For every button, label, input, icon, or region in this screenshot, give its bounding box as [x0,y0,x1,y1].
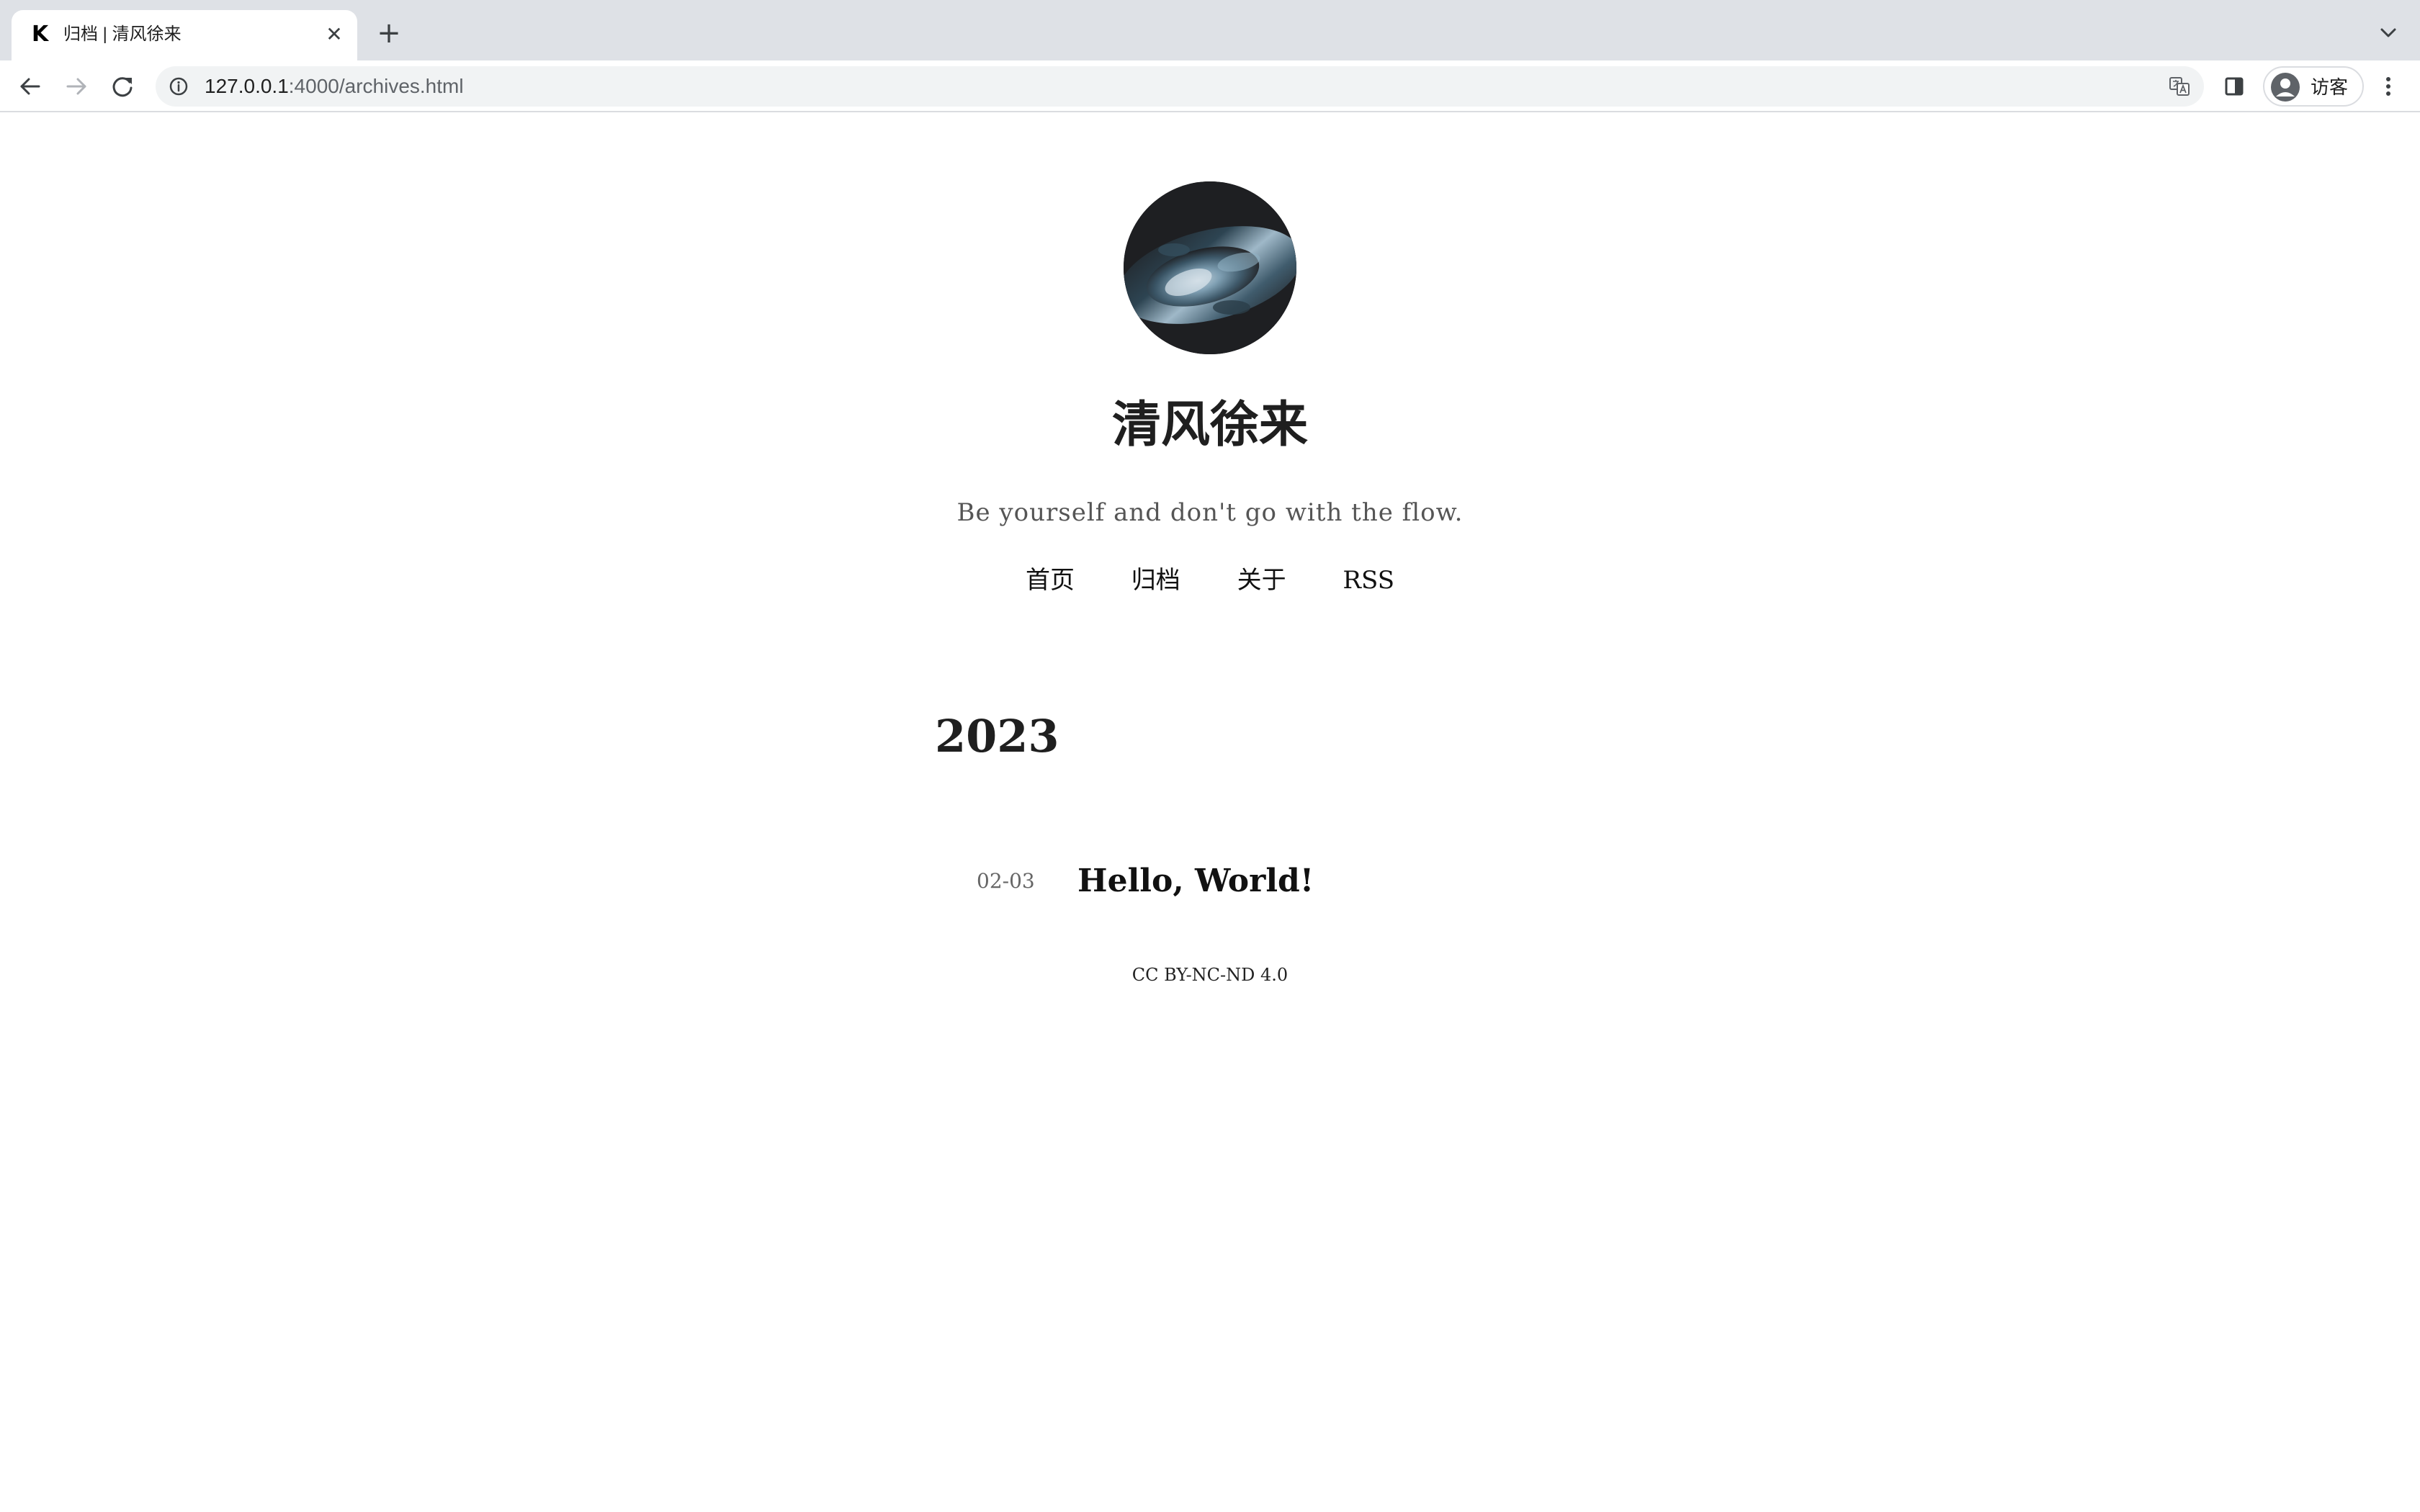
reload-icon[interactable] [108,72,137,101]
profile-icon [2270,72,2300,102]
site-favicon-icon: K [32,22,49,47]
avatar[interactable] [1124,181,1296,354]
browser-tab-archives[interactable]: K 归档 | 清风徐来 ✕ [12,10,357,60]
url-path: :4000/archives.html [288,75,464,97]
info-icon[interactable] [169,76,189,96]
side-panel-icon[interactable] [2223,73,2246,99]
archive-year-heading: 2023 [935,710,1059,762]
browser-toolbar: 127.0.0.1:4000/archives.html 访客 [0,60,2420,112]
site-title[interactable]: 清风徐来 [0,396,2420,454]
nav-link-archives[interactable]: 归档 [1131,563,1180,598]
new-tab-button[interactable]: + [375,19,403,48]
profile-label: 访客 [2311,76,2349,98]
kebab-menu-icon[interactable] [2377,72,2400,101]
tab-title: 归档 | 清风徐来 [63,24,182,44]
nav-link-rss[interactable]: RSS [1343,563,1394,598]
arrow-left-icon[interactable] [16,72,45,101]
post-date: 02-03 [977,869,1035,893]
tab-strip: K 归档 | 清风徐来 ✕ + [0,0,2420,60]
chevron-down-icon[interactable] [2375,20,2401,46]
nav-link-home[interactable]: 首页 [1026,563,1075,598]
site-nav: 首页 归档 关于 RSS [0,563,2420,598]
site-subtitle: Be yourself and don't go with the flow. [956,498,1464,527]
post-title-link[interactable]: Hello, World! [1077,860,1314,903]
url-text: 127.0.0.1:4000/archives.html [205,75,464,98]
page-content: 清风徐来 Be yourself and don't go with the f… [0,114,2420,1512]
profile-button[interactable]: 访客 [2263,66,2364,107]
footer-license[interactable]: CC BY-NC-ND 4.0 [0,962,2420,988]
arrow-right-icon[interactable] [62,72,91,101]
translate-icon[interactable] [2168,75,2191,98]
url-host: 127.0.0.1 [205,75,289,97]
tab-close-icon[interactable]: ✕ [323,23,346,46]
address-bar[interactable]: 127.0.0.1:4000/archives.html [156,66,2204,107]
list-item: 02-03 Hello, World! [977,860,1314,917]
nav-link-about[interactable]: 关于 [1237,563,1286,598]
